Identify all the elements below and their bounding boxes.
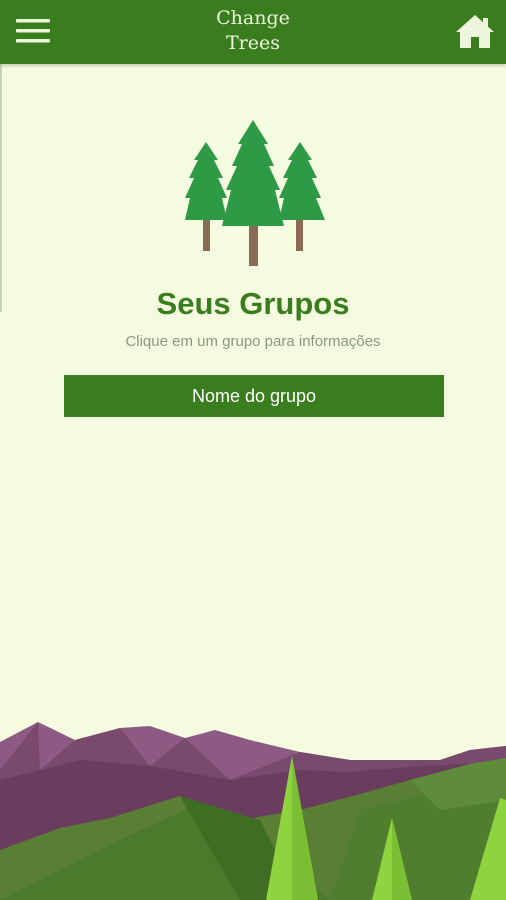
trees-icon	[170, 114, 336, 268]
group-list-item[interactable]: Nome do grupo	[64, 375, 444, 417]
home-button[interactable]	[454, 12, 496, 54]
app-bar: Change Trees	[0, 0, 506, 64]
hamburger-menu-icon	[16, 19, 50, 43]
app-title-line1: Change	[216, 7, 290, 29]
page-subtitle: Clique em um grupo para informações	[125, 333, 381, 350]
landscape-illustration	[0, 700, 506, 900]
menu-button[interactable]	[14, 12, 68, 54]
app-title-line2: Trees	[226, 32, 280, 54]
home-icon	[456, 15, 494, 48]
app-title: Change Trees	[153, 6, 353, 56]
page-title: Seus Grupos	[156, 286, 350, 321]
